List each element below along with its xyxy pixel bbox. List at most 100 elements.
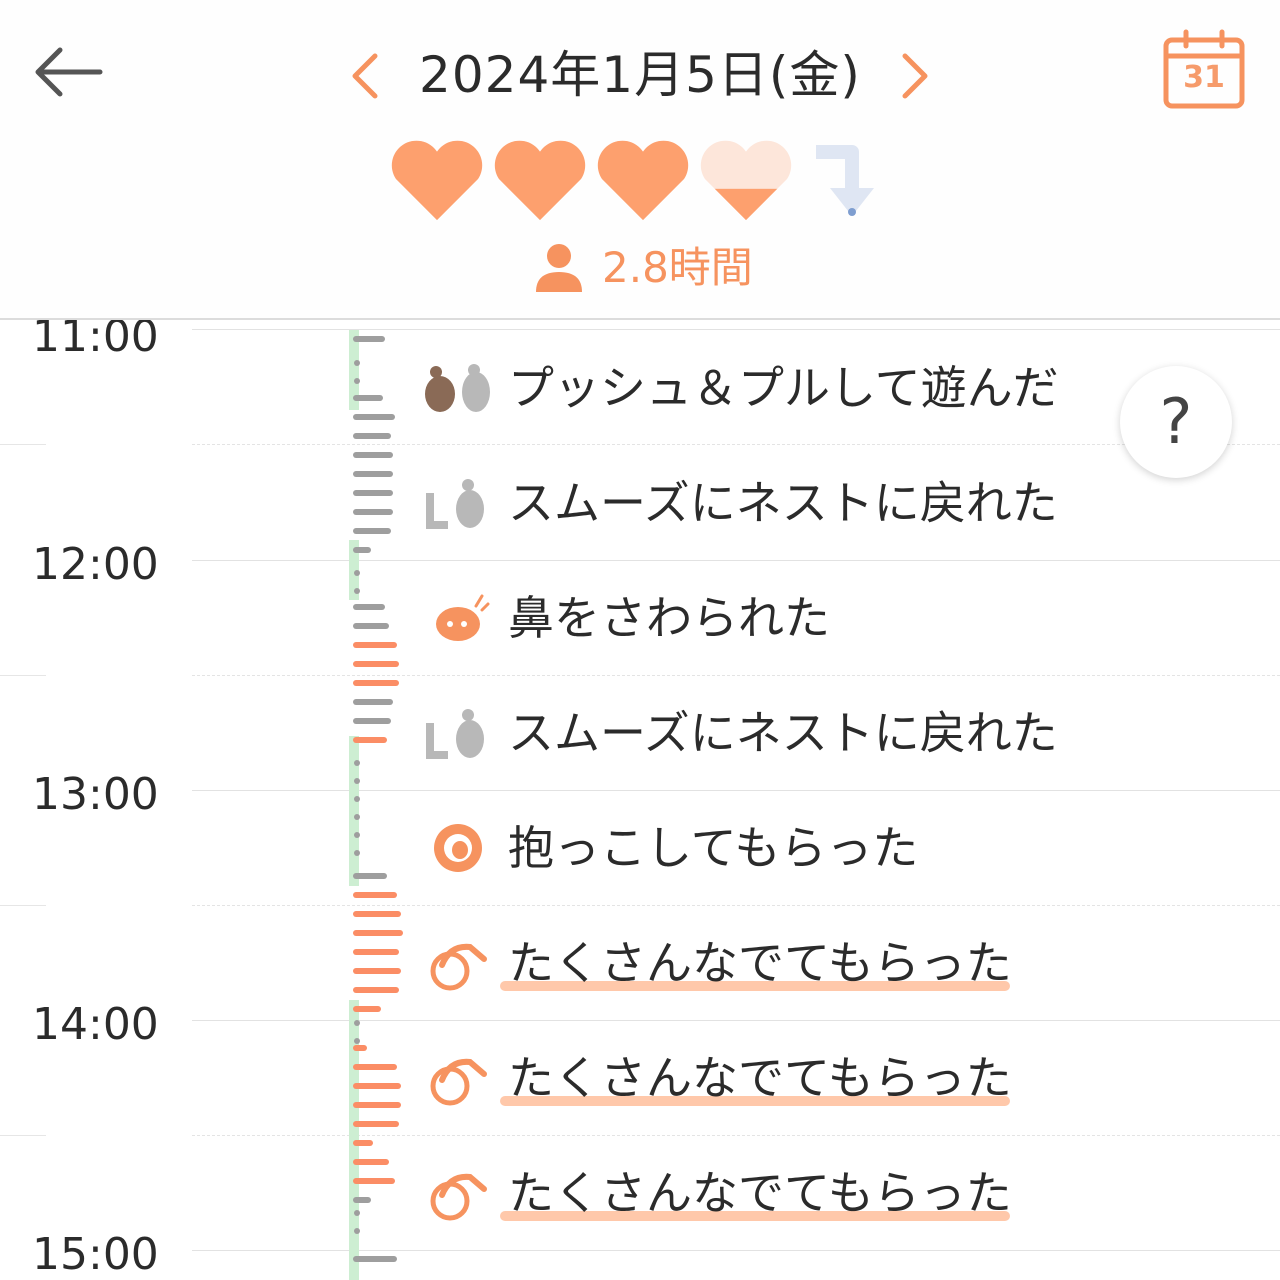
event-text: たくさんなでてもらった [508,936,1012,990]
activity-dot [354,360,360,366]
activity-bar [353,642,397,648]
activity-dot [354,760,360,766]
previous-day-button[interactable] [345,48,385,104]
duration-display: 2.8時間 [532,238,792,298]
activity-dot [354,1038,360,1044]
activity-bar [353,395,383,401]
partial-heart-icon [700,140,792,221]
activity-bar [353,911,401,917]
event-text: 抱っこしてもらった [508,821,919,875]
calendar-day-number: 31 [1183,60,1225,95]
activity-bar [353,433,391,439]
activity-bar [353,1178,395,1184]
activity-bar [353,892,397,898]
event-text: たくさんなでてもらった [508,1166,1012,1220]
heart-icon [494,140,586,221]
activity-bar [353,490,393,496]
mood-hearts [388,138,908,228]
activity-dot [354,378,360,384]
activity-dot [354,1210,360,1216]
activity-bar [353,623,389,629]
activity-bar [353,1102,401,1108]
chevron-left-icon [352,53,378,99]
activity-dot [354,570,360,576]
activity-dot [354,1020,360,1026]
activity-bar [353,1140,373,1146]
heart-icon [597,140,689,221]
activity-bar [353,987,399,993]
header: 2024年1月5日(金) 31 2.8時間 [0,0,1280,318]
back-arrow-icon [35,47,103,97]
petting-icon [430,1173,487,1221]
activity-dot [354,850,360,856]
activity-bar [353,1006,381,1012]
calendar-button[interactable]: 31 [1160,28,1248,112]
activity-dot [354,814,360,820]
activity-bar [353,737,387,743]
activity-bar [353,452,393,458]
next-day-button[interactable] [895,48,935,104]
activity-dot [354,1228,360,1234]
nest-return-icon [426,709,484,759]
half-hour-line [192,444,1280,445]
date-title: 2024年1月5日(金) [419,46,861,104]
person-icon [536,244,582,292]
hour-label: 12:00 [32,539,159,590]
trend-down-arrow-icon [816,145,874,216]
event-text: スムーズにネストに戻れた [508,706,1058,760]
hour-label: 15:00 [32,1229,159,1280]
activity-bar [353,414,395,420]
petting-icon [430,1058,487,1106]
activity-bar [353,1064,397,1070]
activity-dot [354,796,360,802]
back-button[interactable] [30,40,106,104]
activity-bar [353,547,371,553]
event-text: 鼻をさわられた [508,591,830,645]
activity-bar [353,699,393,705]
activity-bar [353,336,385,342]
activity-bar [353,1256,397,1262]
help-button[interactable]: ? [1120,366,1232,478]
activity-dot [354,588,360,594]
half-hour-line [192,905,1280,906]
sleep-track [349,736,359,886]
hour-label: 11:00 [32,320,159,362]
hedgehog-pair-icon [425,364,490,412]
event-item[interactable]: たくさんなでてもらった [420,1153,1120,1233]
nose-touch-icon [436,594,490,641]
activity-bar [353,471,393,477]
activity-bar [353,1159,389,1165]
half-hour-tick [0,905,46,906]
event-item[interactable]: プッシュ＆プルして遊んだ [420,348,1120,428]
activity-bar [353,604,385,610]
activity-bar [353,509,393,515]
event-item[interactable]: 鼻をさわられた [420,578,1120,658]
activity-bar [353,1197,371,1203]
duration-value: 2.8時間 [602,243,753,292]
activity-bar [353,1045,367,1051]
activity-bar [353,873,387,879]
petting-icon [430,943,487,991]
nest-return-icon [426,479,484,529]
chevron-right-icon [902,53,928,99]
activity-bar [353,1121,399,1127]
event-item[interactable]: 抱っこしてもらった [420,808,1120,888]
event-item[interactable]: スムーズにネストに戻れた [420,693,1120,773]
half-hour-tick [0,675,46,676]
activity-bar [353,949,399,955]
activity-bar [353,718,391,724]
half-hour-tick [0,1135,46,1136]
hour-label: 13:00 [32,769,159,820]
event-text: たくさんなでてもらった [508,1051,1012,1105]
heart-icon [391,140,483,221]
activity-dot [354,778,360,784]
event-item[interactable]: たくさんなでてもらった [420,1038,1120,1118]
timeline[interactable]: 11:00 12:00 13:00 14:00 15:00 プッシュ＆プルして遊… [0,320,1280,1280]
event-item[interactable]: たくさんなでてもらった [420,923,1120,1003]
event-item[interactable]: スムーズにネストに戻れた [420,463,1120,543]
activity-dot [354,832,360,838]
hour-label: 14:00 [32,999,159,1050]
activity-bar [353,930,403,936]
activity-bar [353,528,391,534]
event-text: プッシュ＆プルして遊んだ [508,361,1059,415]
